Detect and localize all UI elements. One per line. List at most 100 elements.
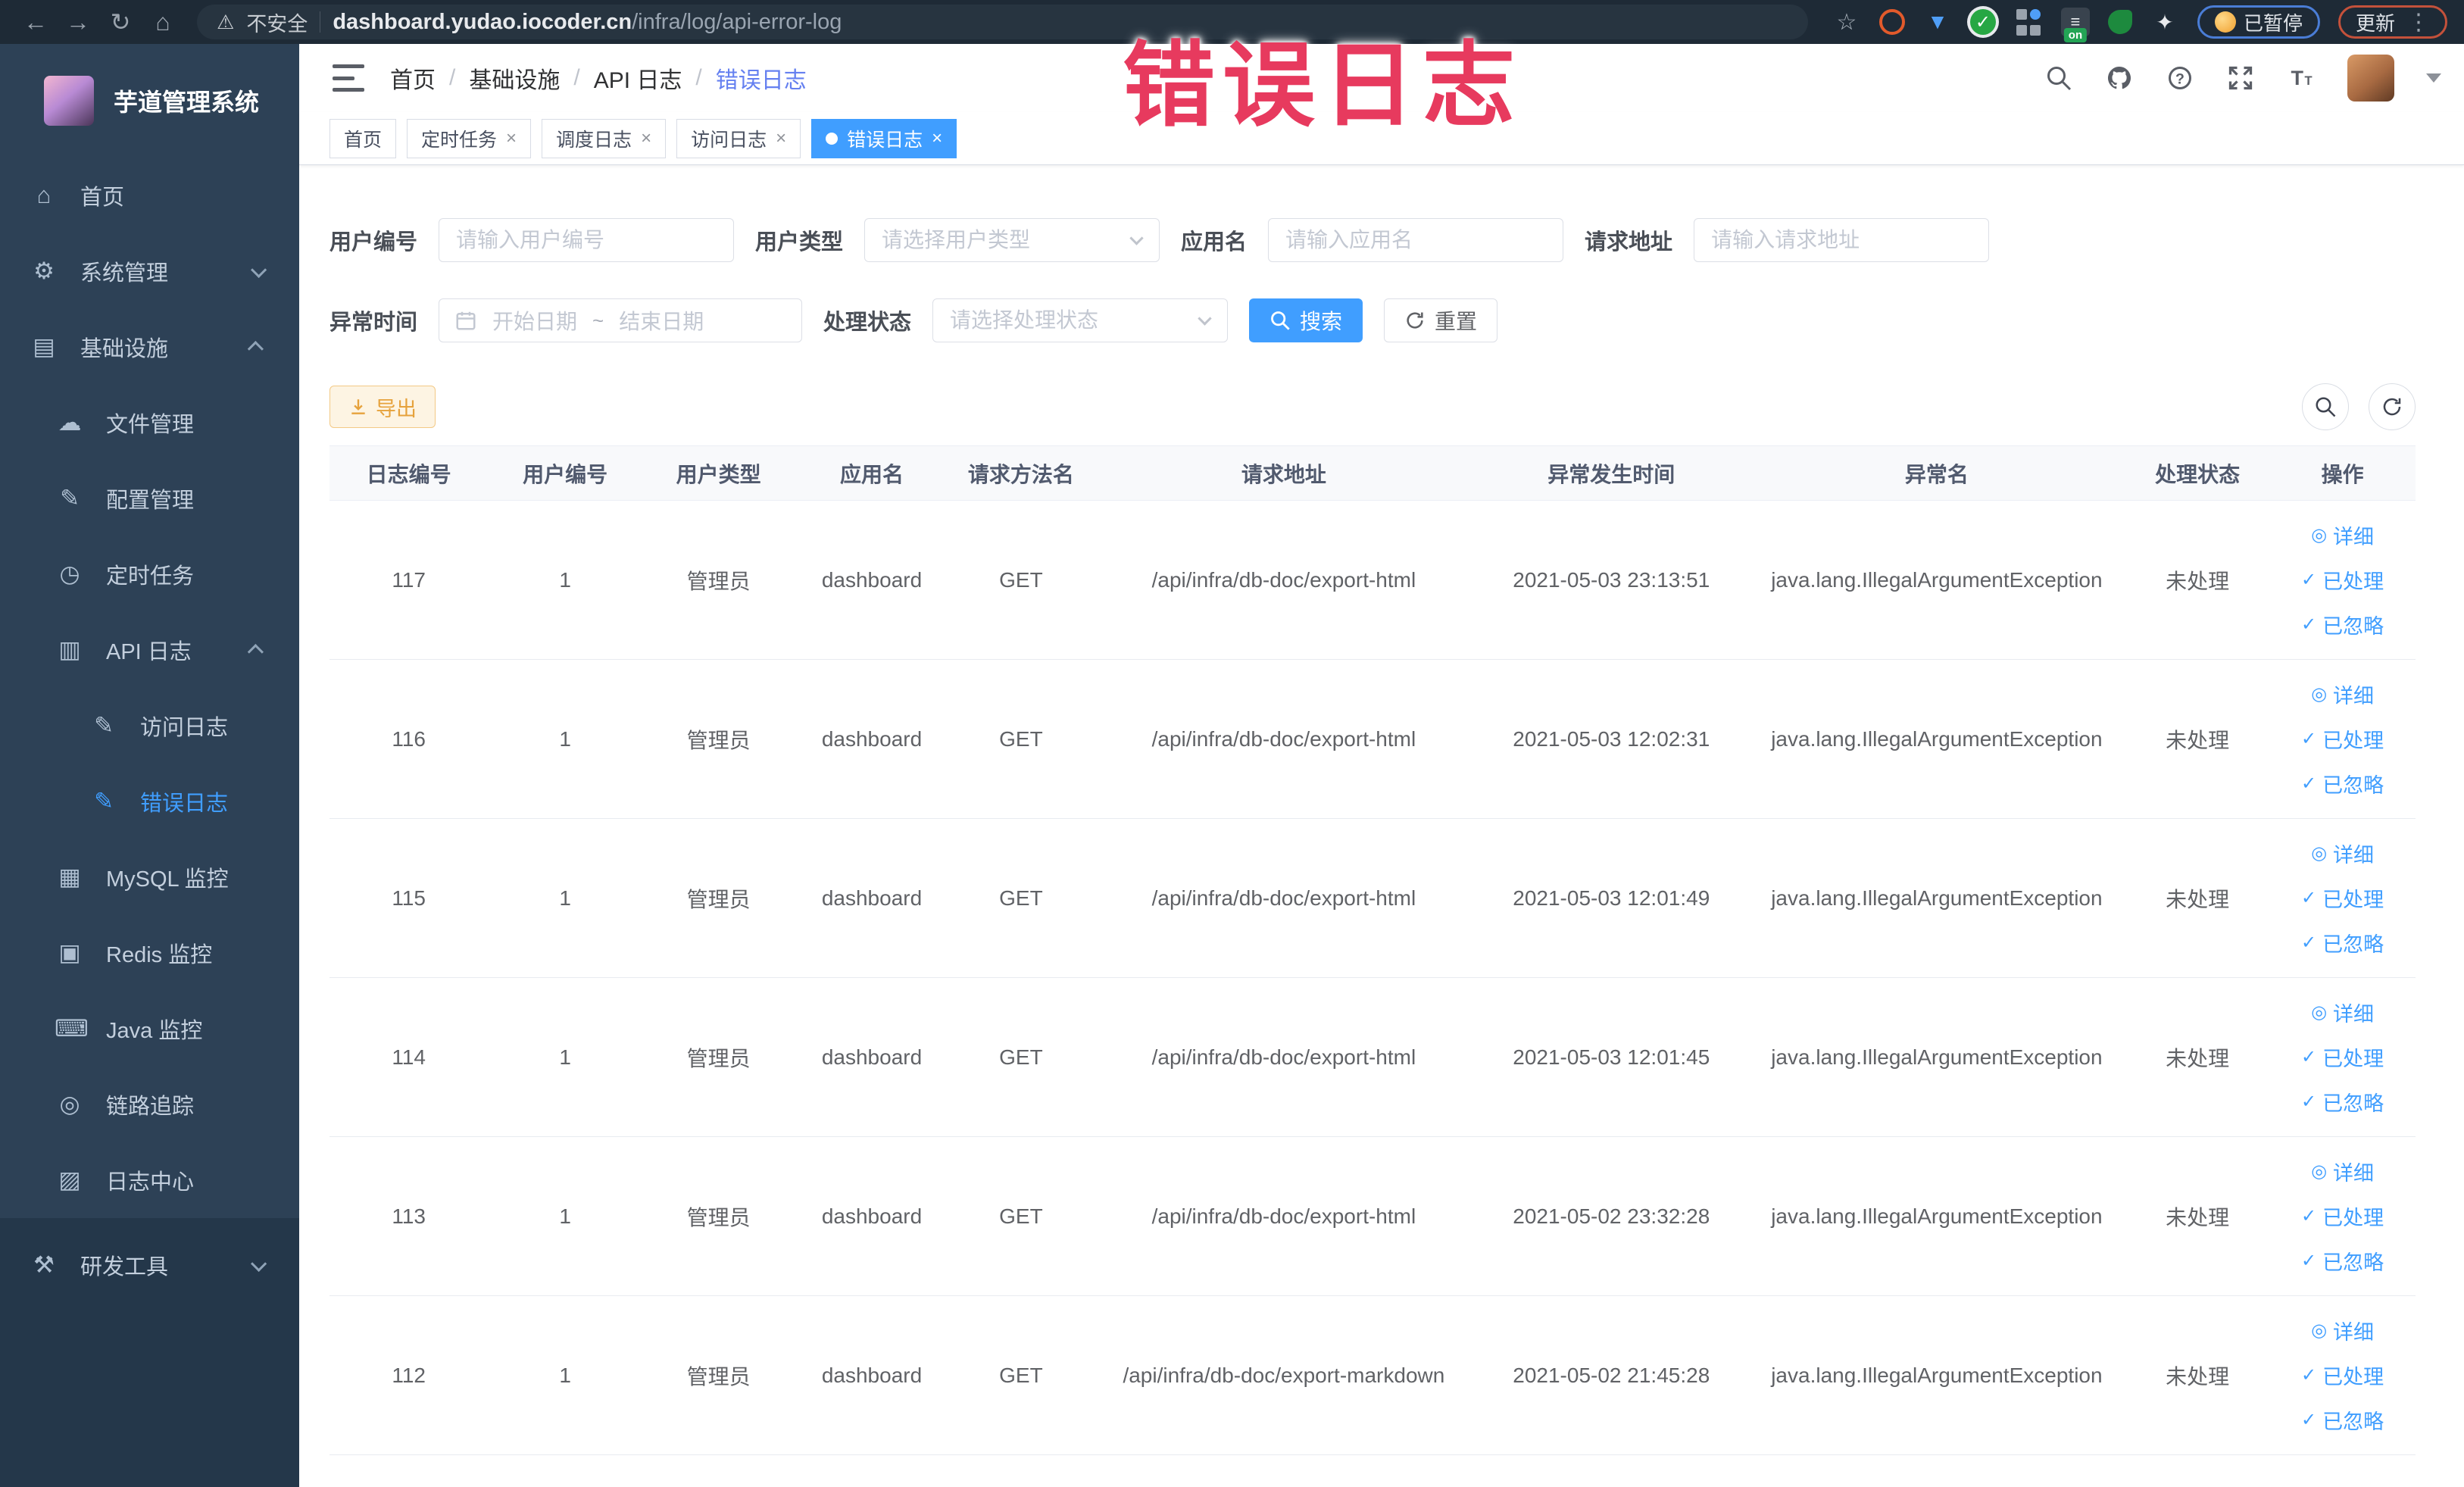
ignored-link[interactable]: ✓ 已忽略 [2301,610,2384,639]
close-tab-icon[interactable]: × [506,129,517,148]
cell-exception: java.lang.IllegalArgumentException [1747,977,2126,1137]
extension-leaf-icon[interactable] [2107,10,2132,34]
forward-icon[interactable]: → [59,4,97,40]
tab-error-log[interactable]: 错误日志 × [811,118,957,158]
extension-orange-icon[interactable] [1878,9,1905,35]
ignored-link[interactable]: ✓ 已忽略 [2301,1087,2384,1117]
breadcrumb-item-1[interactable]: 基础设施 [469,61,560,95]
cell-app-name: dashboard [795,1295,949,1455]
sidebar-item-config-mgmt[interactable]: ✎ 配置管理 [0,461,299,536]
paused-pill[interactable]: 已暂停 [2197,5,2320,39]
user-type-select-input[interactable] [864,218,1160,262]
sidebar-item-trace[interactable]: ◎ 链路追踪 [0,1067,299,1142]
ignored-link[interactable]: ✓ 已忽略 [2301,928,2384,957]
refresh-table-button[interactable] [2369,383,2416,430]
user-avatar[interactable] [2347,55,2394,102]
close-tab-icon[interactable]: × [776,129,786,148]
emoji-icon [2214,11,2236,33]
cell-method: GET [948,659,1093,819]
detail-link[interactable]: ◎ 详细 [2311,520,2374,550]
cell-app-name: dashboard [795,659,949,819]
search-button[interactable]: 搜索 [1249,298,1363,342]
sidebar-item-file-mgmt[interactable]: ☁ 文件管理 [0,385,299,461]
extension-grid-icon[interactable] [2014,8,2043,36]
user-type-select[interactable] [864,218,1160,262]
detail-link[interactable]: ◎ 详细 [2311,679,2374,709]
close-tab-icon[interactable]: × [932,129,942,148]
extension-shield-icon[interactable]: ▼ [1923,8,1952,36]
request-url-input[interactable] [1694,218,1990,262]
back-icon[interactable]: ← [17,4,55,40]
extension-on-icon[interactable]: ≡ on [2060,8,2090,42]
sidebar-item-access-log[interactable]: ✎ 访问日志 [0,688,299,764]
cell-method: GET [948,500,1093,660]
processed-link[interactable]: ✓ 已处理 [2301,1201,2384,1231]
ignored-link[interactable]: ✓ 已忽略 [2301,1405,2384,1435]
kebab-menu-icon[interactable]: ⋮ [2407,9,2430,36]
export-button[interactable]: 导出 [329,386,436,428]
tab-access-log[interactable]: 访问日志 × [676,118,801,158]
close-tab-icon[interactable]: × [641,129,651,148]
processed-link[interactable]: ✓ 已处理 [2301,1042,2384,1072]
app-name-input[interactable] [1268,218,1564,262]
update-button[interactable]: 更新 ⋮ [2338,5,2447,39]
github-icon[interactable] [2105,64,2134,92]
tab-job[interactable]: 定时任务 × [407,118,532,158]
ignored-link[interactable]: ✓ 已忽略 [2301,769,2384,798]
cell-time: 2021-05-03 12:02:31 [1474,659,1748,819]
sidebar-logo-row[interactable]: 芋道管理系统 [0,44,299,158]
tab-home[interactable]: 首页 [329,118,397,158]
breadcrumb-item-0[interactable]: 首页 [390,61,436,95]
font-size-icon[interactable]: TT [2287,64,2316,92]
cell-user-type: 管理员 [642,500,795,660]
sidebar-item-java-monitor[interactable]: ⌨ Java 监控 [0,991,299,1067]
search-icon[interactable] [2044,64,2073,92]
processed-link[interactable]: ✓ 已处理 [2301,883,2384,913]
detail-link[interactable]: ◎ 详细 [2311,839,2374,868]
sidebar-item-redis-monitor[interactable]: ▣ Redis 监控 [0,915,299,991]
breadcrumb-item-2[interactable]: API 日志 [594,61,682,95]
sidebar-item-error-log[interactable]: ✎ 错误日志 [0,764,299,839]
sidebar-item-mysql-monitor[interactable]: ▦ MySQL 监控 [0,839,299,915]
process-status-select[interactable] [932,298,1229,342]
extensions-puzzle-icon[interactable]: ✦ [2150,8,2179,36]
bookmark-star-icon[interactable]: ☆ [1832,8,1861,36]
reset-button[interactable]: 重置 [1384,298,1498,342]
table-quick-actions [2302,383,2416,430]
chrome-home-icon[interactable]: ⌂ [144,4,182,40]
extensions-row: ☆ ▼ ✓ ≡ on ✦ 已暂停 更新 ⋮ [1832,5,2447,42]
reload-icon[interactable]: ↻ [101,4,139,40]
help-icon[interactable]: ? [2166,64,2194,92]
extension-check-icon[interactable]: ✓ [1969,9,1996,35]
hide-search-button[interactable] [2302,383,2349,430]
tab-job-log[interactable]: 调度日志 × [542,118,667,158]
sidebar-item-dev-tools[interactable]: ⚒ 研发工具 [0,1227,299,1303]
end-date-placeholder[interactable]: 结束日期 [619,305,704,336]
sidebar-item-log-center[interactable]: ▨ 日志中心 [0,1142,299,1218]
detail-link[interactable]: ◎ 详细 [2311,998,2374,1027]
address-bar[interactable]: ⚠ 不安全 dashboard.yudao.iocoder.cn/infra/l… [197,5,1808,39]
refresh-icon [2383,398,2401,416]
sidebar-item-system-mgmt[interactable]: ⚙ 系统管理 [0,233,299,309]
cell-url: /api/infra/db-doc/export-html [1092,1136,1475,1296]
fullscreen-icon[interactable] [2226,64,2255,92]
processed-link[interactable]: ✓ 已处理 [2301,565,2384,595]
avatar-dropdown-caret-icon[interactable] [2426,73,2441,83]
user-id-input[interactable] [439,218,735,262]
ignored-link[interactable]: ✓ 已忽略 [2301,1246,2384,1276]
sidebar-item-scheduled-jobs[interactable]: ◷ 定时任务 [0,536,299,612]
sidebar-item-api-log[interactable]: ▥ API 日志 [0,612,299,688]
start-date-placeholder[interactable]: 开始日期 [492,305,577,336]
security-label[interactable]: 不安全 [246,8,308,37]
detail-link[interactable]: ◎ 详细 [2311,1316,2374,1345]
hamburger-icon[interactable] [333,64,364,92]
process-status-select-input[interactable] [932,298,1229,342]
processed-link[interactable]: ✓ 已处理 [2301,1360,2384,1390]
sidebar-item-home[interactable]: ⌂ 首页 [0,158,299,233]
page-url[interactable]: dashboard.yudao.iocoder.cn/infra/log/api… [333,10,842,35]
detail-link[interactable]: ◎ 详细 [2311,1157,2374,1186]
config-mgmt-label: 配置管理 [106,489,195,513]
date-range-picker[interactable]: 开始日期 ~ 结束日期 [439,298,803,342]
sidebar-item-infrastructure[interactable]: ▤ 基础设施 [0,309,299,385]
processed-link[interactable]: ✓ 已处理 [2301,724,2384,754]
